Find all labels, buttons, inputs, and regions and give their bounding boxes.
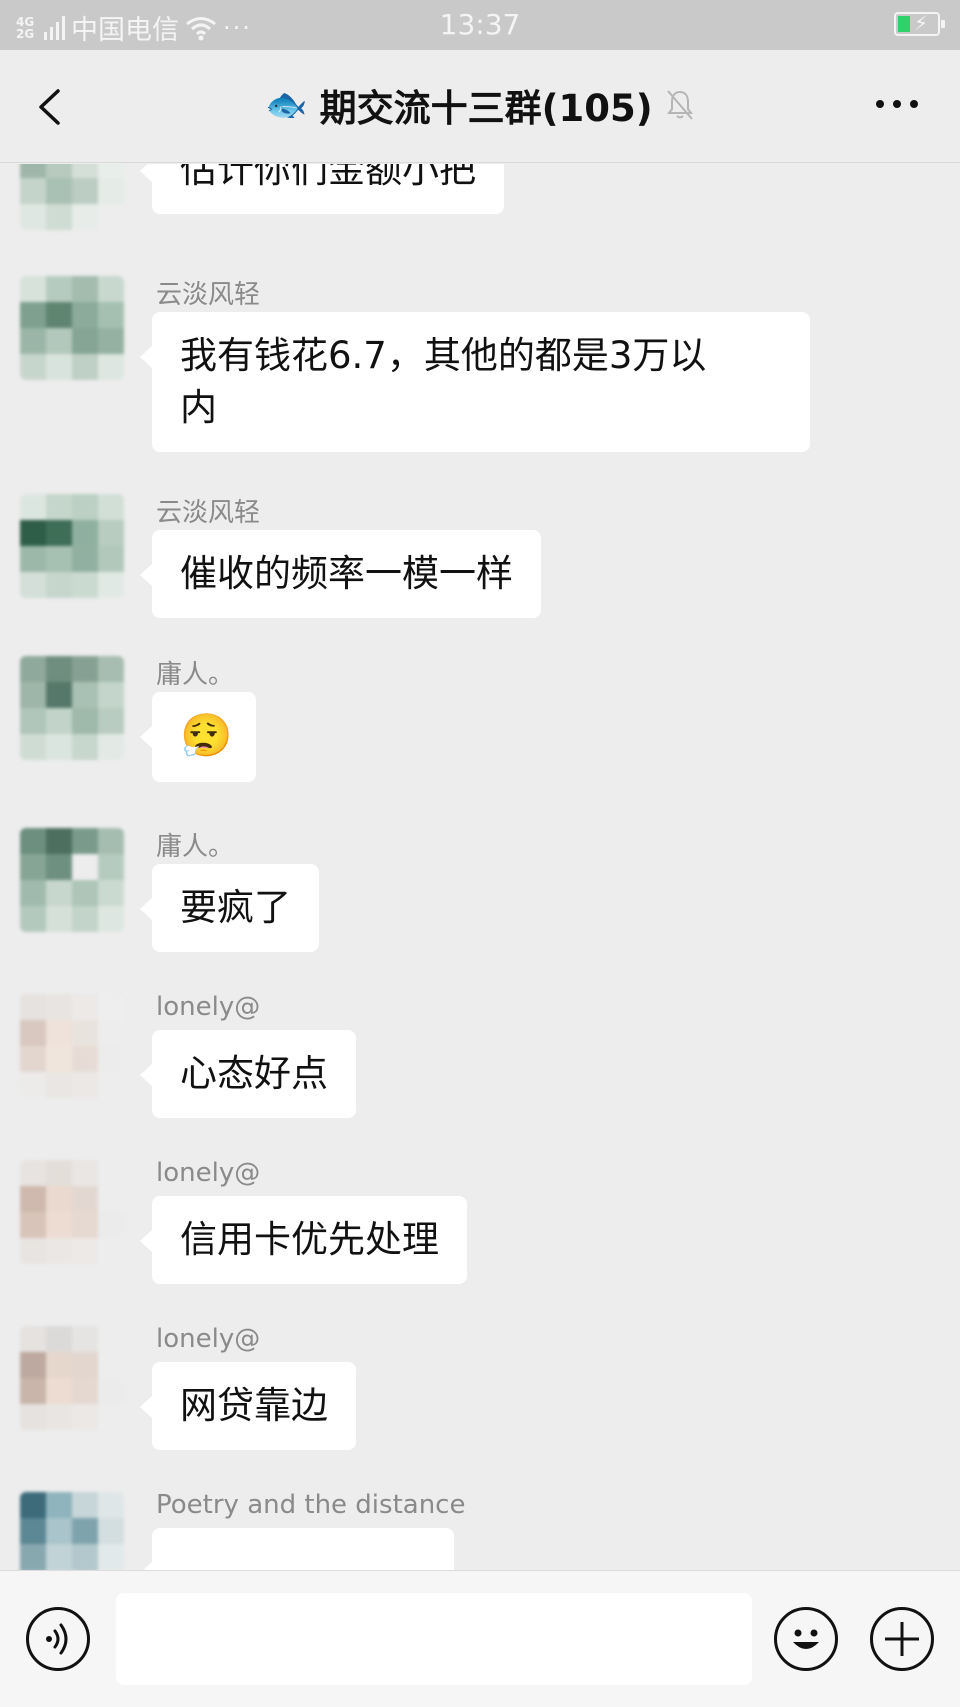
sender-name: 云淡风轻 [156,498,261,528]
message-bubble[interactable] [140,1528,454,1570]
chat-title: 期交流十三群(105) [319,87,653,130]
sender-name: 庸人。 [156,660,235,690]
more-dot [876,100,884,108]
voice-icon [46,1623,68,1655]
bell-muted-icon [666,90,693,120]
avatar[interactable] [20,656,124,760]
message-bubble[interactable]: 信用卡优先处理 [140,1196,467,1284]
sender-name: lonely@ [156,1324,261,1354]
message-bubble[interactable]: 催收的频率一模一样 [140,530,541,618]
message-bubble[interactable]: 网贷靠边 [140,1362,356,1450]
avatar[interactable] [20,828,124,932]
avatar[interactable] [20,276,124,380]
message-bubble[interactable]: 要疯了 [140,864,319,952]
more-options-button[interactable] [876,100,918,108]
avatar[interactable] [20,1160,124,1264]
battery-icon: ⚡ [894,11,945,36]
sender-name: lonely@ [156,1158,261,1188]
avatar[interactable] [20,1326,124,1430]
nav-bar: 🐟 期交流十三群(105) [0,50,960,163]
message-bubble[interactable]: 😮‍💨 [140,692,256,782]
input-bar [0,1570,960,1707]
fish-icon: 🐟 [265,85,308,125]
message-input[interactable] [116,1593,752,1685]
title-group: 🐟 期交流十三群(105) [0,78,960,132]
sender-name: 庸人。 [156,832,235,862]
voice-button[interactable] [26,1607,90,1671]
status-bar: 4G 2G 中国电信 ··· 13:37 ⚡ [0,0,960,50]
more-dot [910,100,918,108]
emoji-button[interactable] [774,1607,838,1671]
plus-button[interactable] [870,1607,934,1671]
avatar[interactable] [20,1492,124,1570]
sender-name: 云淡风轻 [156,280,261,310]
charging-bolt-icon: ⚡ [914,11,929,35]
message-bubble[interactable]: 心态好点 [140,1030,356,1118]
battery-fill [898,16,910,32]
exhale-emoji: 😮‍💨 [180,711,233,760]
message-bubble[interactable]: 估计你们金额小把 [140,164,504,214]
sender-name: lonely@ [156,992,261,1022]
chat-area[interactable]: 估计你们金额小把 云淡风轻 我有钱花6.7，其他的都是3万以 内 云淡风轻 催收… [0,164,960,1570]
message-bubble[interactable]: 我有钱花6.7，其他的都是3万以 内 [140,312,810,452]
sender-name: Poetry and the distance [156,1490,466,1520]
more-dot [893,100,901,108]
avatar[interactable] [20,494,124,598]
status-time: 13:37 [439,8,521,41]
avatar[interactable] [20,164,124,230]
avatar[interactable] [20,994,124,1098]
smiley-icon [793,1629,819,1649]
